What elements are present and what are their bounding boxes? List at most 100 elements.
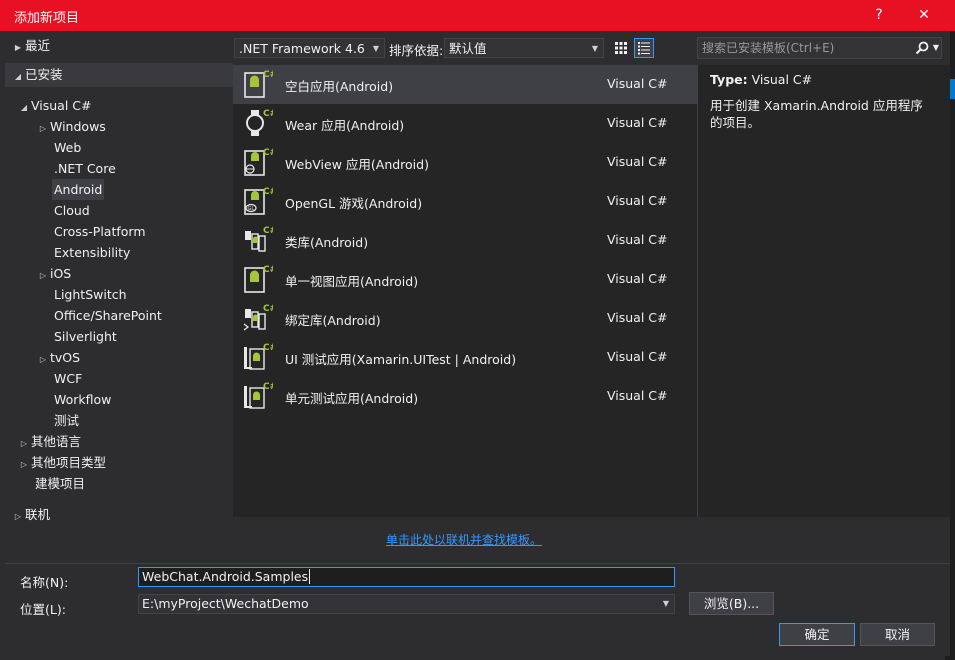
help-button[interactable]: ? xyxy=(867,4,891,26)
unit-test-app-icon: C# xyxy=(244,382,273,409)
tree-recent[interactable]: ▶ 最近 xyxy=(11,35,50,56)
location-value: E:\myProject\WechatDemo xyxy=(142,596,309,611)
svg-text:C#: C# xyxy=(263,70,273,80)
template-row[interactable]: C# Wear 应用(Android) Visual C# xyxy=(233,104,697,143)
svg-text:C#: C# xyxy=(263,226,273,236)
name-label: 名称(N): xyxy=(20,575,69,590)
framework-select[interactable]: .NET Framework 4.6 ▼ xyxy=(234,38,385,58)
tree-item-label: 建模项目 xyxy=(35,476,86,491)
framework-select-value: .NET Framework 4.6 xyxy=(239,41,365,56)
wear-app-icon: C# xyxy=(246,109,273,136)
tree-item-cross-platform[interactable]: Cross-Platform xyxy=(54,221,146,242)
opengl-game-icon: GL C# xyxy=(244,187,273,215)
tree-modeling-projects[interactable]: 建模项目 xyxy=(35,473,85,494)
tree-item-silverlight[interactable]: Silverlight xyxy=(54,326,117,347)
tree-item-label: Silverlight xyxy=(54,329,117,344)
template-row[interactable]: C# 单一视图应用(Android) Visual C# xyxy=(233,260,697,299)
location-select[interactable]: E:\myProject\WechatDemo ▼ xyxy=(138,594,675,614)
tree-item-wcf[interactable]: WCF xyxy=(54,368,82,389)
text-cursor xyxy=(309,569,311,584)
find-templates-online-link[interactable]: 单击此处以联机并查找模板。 xyxy=(386,531,542,548)
tree-item-ios[interactable]: ▷ iOS xyxy=(36,263,71,284)
template-search-input[interactable]: 搜索已安装模板(Ctrl+E) ▼ xyxy=(697,37,942,59)
template-language: Visual C# xyxy=(607,310,668,325)
tree-item-label: iOS xyxy=(50,266,72,281)
collapse-arrow-icon: ◢ xyxy=(14,72,22,81)
tree-item-office-sharepoint[interactable]: Office/SharePoint xyxy=(54,305,162,326)
svg-text:GL: GL xyxy=(248,206,255,212)
template-row[interactable]: GL C# OpenGL 游戏(Android) Visual C# xyxy=(233,182,697,221)
template-row[interactable]: C# 类库(Android) Visual C# xyxy=(233,221,697,260)
close-button[interactable]: ✕ xyxy=(912,4,936,26)
type-value: Visual C# xyxy=(751,72,813,87)
grid-view-icon xyxy=(615,42,627,54)
tree-item-web[interactable]: Web xyxy=(54,137,81,158)
ui-test-app-icon: C# xyxy=(244,343,273,370)
tree-item-label: Workflow xyxy=(54,392,112,407)
template-row[interactable]: C# UI 测试应用(Xamarin.UITest | Android) Vis… xyxy=(233,338,697,377)
svg-text:C#: C# xyxy=(263,265,273,275)
cancel-button[interactable]: 取消 xyxy=(860,623,935,646)
tree-item-cloud[interactable]: Cloud xyxy=(54,200,90,221)
tree-item-workflow[interactable]: Workflow xyxy=(54,389,111,410)
tree-item-label: .NET Core xyxy=(54,161,116,176)
tree-other-project-types[interactable]: ▷ 其他项目类型 xyxy=(17,452,106,473)
template-language: Visual C# xyxy=(607,349,668,364)
blank-app-android-icon: C# xyxy=(244,70,273,98)
template-row[interactable]: C# 空白应用(Android) Visual C# xyxy=(233,65,697,104)
template-language: Visual C# xyxy=(607,388,668,403)
description-type: Type: Visual C# xyxy=(710,72,812,87)
template-language: Visual C# xyxy=(607,193,668,208)
collapse-arrow-icon: ◢ xyxy=(20,103,28,112)
template-name: Wear 应用(Android) xyxy=(285,118,405,133)
search-icon xyxy=(915,41,929,55)
search-options-chevron-icon[interactable]: ▼ xyxy=(933,38,939,58)
tree-visual-cs-label: Visual C# xyxy=(31,98,92,113)
dialog-titlebar: 添加新项目 ? ✕ xyxy=(0,0,955,31)
template-row[interactable]: C# 单元测试应用(Android) Visual C# xyxy=(233,377,697,416)
expand-arrow-icon: ▷ xyxy=(20,439,28,448)
chevron-down-icon: ▼ xyxy=(591,44,598,53)
tree-item-lightswitch[interactable]: LightSwitch xyxy=(54,284,127,305)
list-view-button[interactable] xyxy=(634,38,654,58)
svg-text:C#: C# xyxy=(263,109,273,119)
template-row[interactable]: C# WebView 应用(Android) Visual C# xyxy=(233,143,697,182)
sort-label: 排序依据: xyxy=(389,43,444,58)
template-row[interactable]: C# 绑定库(Android) Visual C# xyxy=(233,299,697,338)
sort-select-value: 默认值 xyxy=(449,41,487,56)
project-name-value: WebChat.Android.Samples xyxy=(142,569,309,584)
tree-item-dotnet-core[interactable]: .NET Core xyxy=(54,158,116,179)
tree-item-label: Web xyxy=(54,140,82,155)
project-name-input[interactable]: WebChat.Android.Samples xyxy=(138,567,675,587)
tree-item-test[interactable]: 测试 xyxy=(54,410,79,431)
template-name: 空白应用(Android) xyxy=(285,79,394,94)
tree-item-label: 其他语言 xyxy=(31,434,82,449)
tree-item-windows[interactable]: ▷ Windows xyxy=(36,116,106,137)
browse-button[interactable]: 浏览(B)... xyxy=(689,592,774,615)
template-language: Visual C# xyxy=(607,115,668,130)
description-text: 用于创建 Xamarin.Android 应用程序的项目。 xyxy=(710,98,923,130)
template-name: 绑定库(Android) xyxy=(285,313,381,328)
tree-online[interactable]: ▷ 联机 xyxy=(11,504,50,525)
tree-recent-label: 最近 xyxy=(25,38,51,53)
class-library-icon: C# xyxy=(245,226,273,252)
tree-item-extensibility[interactable]: Extensibility xyxy=(54,242,130,263)
tree-item-tvos[interactable]: ▷ tvOS xyxy=(36,347,80,368)
tree-item-android[interactable]: Android xyxy=(52,179,105,200)
expand-arrow-icon: ▷ xyxy=(14,512,22,521)
grid-view-button[interactable] xyxy=(611,38,631,58)
binding-library-icon: C# xyxy=(243,304,273,331)
tree-visual-cs[interactable]: ◢ Visual C# xyxy=(17,95,92,116)
ok-button[interactable]: 确定 xyxy=(779,623,855,646)
tree-installed-label: 已安装 xyxy=(25,67,63,82)
template-language: Visual C# xyxy=(607,76,668,91)
expand-arrow-icon: ▷ xyxy=(20,460,28,469)
expand-arrow-icon: ▶ xyxy=(14,43,22,52)
sort-select[interactable]: 默认值 ▼ xyxy=(444,38,604,58)
tree-installed[interactable]: ◢ 已安装 xyxy=(5,63,233,87)
tree-item-label: Cross-Platform xyxy=(54,224,146,239)
expand-arrow-icon: ▷ xyxy=(39,271,47,280)
tree-other-languages[interactable]: ▷ 其他语言 xyxy=(17,431,81,452)
project-form: 名称(N): WebChat.Android.Samples 位置(L): E:… xyxy=(5,563,950,656)
template-name: UI 测试应用(Xamarin.UITest | Android) xyxy=(285,352,517,367)
